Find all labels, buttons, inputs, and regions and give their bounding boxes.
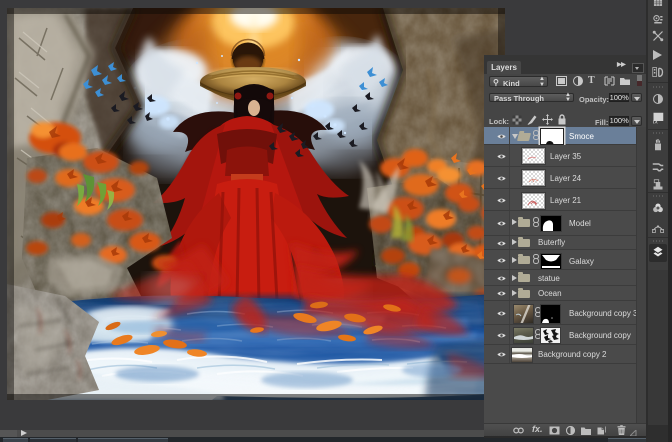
svg-text:fx: fx <box>653 118 659 124</box>
